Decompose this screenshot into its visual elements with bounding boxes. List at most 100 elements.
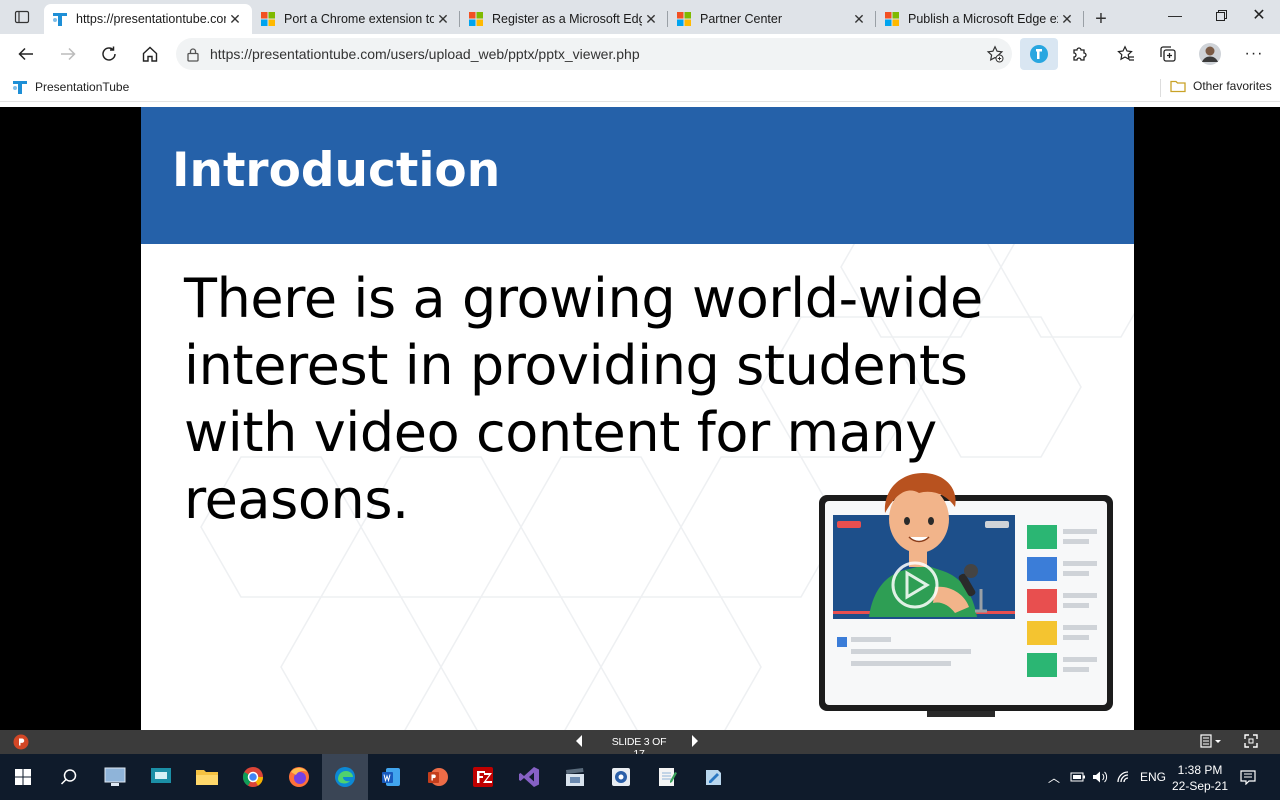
favorites-bar: PresentationTube Other favorites [0,74,1280,102]
back-arrow-icon [18,47,33,61]
tab-port-chrome-extension[interactable]: Port a Chrome extension to Microsoft Edg… [252,4,460,34]
minimize-button[interactable]: — [1152,0,1198,30]
folder-icon [196,770,218,785]
visual-studio-icon [519,767,539,787]
fullscreen-icon [1244,734,1258,748]
favorite-presentationtube[interactable]: PresentationTube [12,79,129,95]
battery-status[interactable] [1070,754,1086,800]
taskbar-app-screen[interactable] [138,754,184,800]
settings-more-button[interactable]: ··· [1238,38,1270,70]
plus-icon: + [1095,7,1107,30]
restore-icon [1215,9,1227,21]
more-dots-icon: ··· [1244,45,1264,62]
clock-time: 1:38 PM [1177,763,1223,777]
tab-presentationtube[interactable]: https://presentationtube.com/users/uploa… [44,4,252,34]
triangle-right-icon [692,735,698,747]
triangle-left-icon [576,735,582,747]
filezilla-icon [473,767,493,787]
search-icon [60,769,77,785]
other-favorites-folder[interactable]: Other favorites [1170,79,1272,93]
close-tab-icon[interactable]: ✕ [1058,11,1076,28]
forward-arrow-icon [61,47,76,61]
home-icon [142,46,158,62]
url-text[interactable]: https://presentationtube.com/users/uploa… [210,46,978,62]
notepad-icon [659,768,677,786]
close-tab-icon[interactable]: ✕ [226,11,244,28]
refresh-button[interactable] [93,38,125,70]
close-icon: ✕ [1252,7,1266,24]
presentationtube-extension-button[interactable] [1020,38,1058,70]
taskbar-app-editor[interactable] [690,754,736,800]
chrome-icon [242,767,264,787]
address-bar[interactable]: https://presentationtube.com/users/uploa… [176,38,1012,70]
tab-register-edge-developer[interactable]: Register as a Microsoft Edge extension d… [460,4,668,34]
powerpoint-icon [13,734,29,750]
lock-icon[interactable] [176,47,210,62]
volume-button[interactable] [1092,754,1108,800]
pencil-notes-icon [706,770,721,785]
taskbar-app-file-explorer[interactable] [184,754,230,800]
favorites-button[interactable] [1110,38,1142,70]
fullscreen-button[interactable] [1244,734,1262,750]
profile-button[interactable] [1194,38,1226,70]
presentation-viewer: Introduction There is a growing world-wi… [0,107,1280,730]
presentationtube-icon [53,13,67,26]
puzzle-icon [1073,47,1087,61]
back-button[interactable] [10,38,42,70]
list-view-icon [1200,734,1221,748]
video-laptop-illustration [819,473,1113,717]
close-tab-icon[interactable]: ✕ [642,11,660,28]
close-tab-icon[interactable]: ✕ [850,11,868,28]
taskbar-app-visual-studio[interactable] [506,754,552,800]
taskbar-app-edge[interactable] [322,754,368,800]
taskbar-app-media[interactable] [552,754,598,800]
wifi-button[interactable] [1116,754,1132,800]
extensions-button[interactable] [1064,38,1096,70]
start-button[interactable] [0,754,46,800]
taskbar-app-recorder[interactable] [598,754,644,800]
refresh-icon [102,46,116,61]
edge-icon [335,767,355,787]
new-tab-button[interactable]: + [1084,4,1118,34]
language-indicator[interactable]: ENG [1140,754,1166,800]
previous-slide-button[interactable] [574,734,588,750]
favorite-label: PresentationTube [35,80,130,94]
tab-title: Partner Center [700,12,782,26]
taskbar-app-filezilla[interactable] [460,754,506,800]
notifications-button[interactable] [1240,754,1256,800]
search-button[interactable] [46,754,92,800]
tab-strip: https://presentationtube.com/users/uploa… [0,0,1280,34]
taskbar-app-word[interactable] [368,754,414,800]
taskbar-app-notepad[interactable] [644,754,690,800]
next-slide-button[interactable] [690,734,704,750]
microsoft-icon [677,12,691,26]
presentationtube-icon [13,81,27,94]
collections-button[interactable] [1152,38,1184,70]
microsoft-icon [885,12,899,26]
folder-icon [1170,80,1186,93]
tab-publish-edge-extension[interactable]: Publish a Microsoft Edge extension ✕ [876,4,1084,34]
minimize-icon: — [1168,7,1182,23]
home-button[interactable] [134,38,166,70]
viewer-control-bar: SLIDE 3 OF 17 [0,730,1280,760]
windows-logo-icon [15,769,31,785]
close-window-button[interactable]: ✕ [1236,0,1280,30]
taskbar-clock[interactable]: 1:38 PM 22-Sep-21 [1168,762,1232,794]
microsoft-icon [469,12,483,26]
tab-actions-button[interactable] [0,0,44,34]
tab-title: Register as a Microsoft Edge extension d… [492,12,642,26]
tab-title: Port a Chrome extension to Microsoft Edg… [284,12,434,26]
tab-partner-center[interactable]: Partner Center ✕ [668,4,876,34]
favorites-divider [1160,79,1161,97]
taskbar-app-powerpoint[interactable] [414,754,460,800]
slide-list-button[interactable] [1200,734,1226,750]
forward-button[interactable] [52,38,84,70]
favorites-star-icon [1117,45,1134,61]
taskbar-app-firefox[interactable] [276,754,322,800]
taskbar-app-chrome[interactable] [230,754,276,800]
close-tab-icon[interactable]: ✕ [434,11,452,28]
add-favorite-button[interactable] [978,45,1012,63]
show-hidden-icons-button[interactable]: ︿ [1048,754,1060,800]
taskbar-app-computer[interactable] [92,754,138,800]
word-icon [382,768,400,786]
